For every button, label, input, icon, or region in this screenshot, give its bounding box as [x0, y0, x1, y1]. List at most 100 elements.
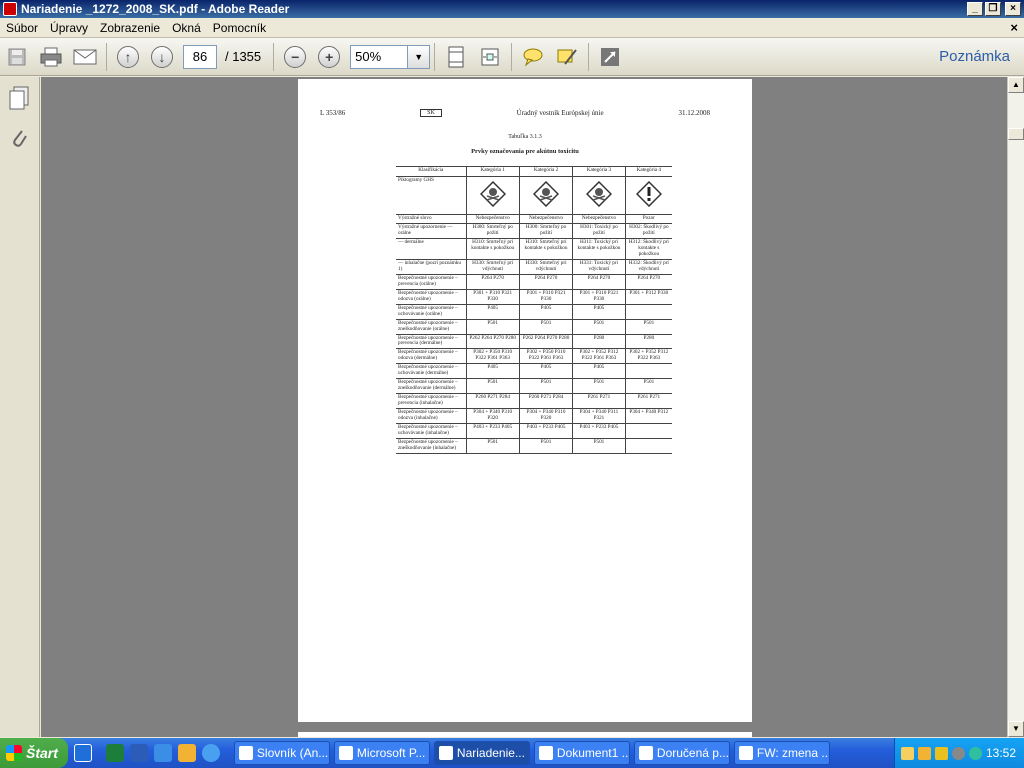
mail-tray-icon[interactable] [900, 746, 914, 760]
table-cell: H332: Škodlivý pri vdýchnutí [624, 258, 672, 275]
start-button[interactable]: Štart [0, 738, 68, 768]
table-cell: P304 + P340 P310 P320 [465, 408, 520, 424]
table-cell: P261 P271 [624, 393, 672, 409]
previous-page-button[interactable]: ↑ [114, 43, 142, 71]
table-cell: P405 [465, 363, 520, 379]
internet-explorer-icon[interactable] [201, 744, 220, 762]
taskbar-item[interactable]: FW: zmena ... [733, 741, 830, 765]
classification-table: Klasifikácia Kategória 1 Kategória 2 Kat… [396, 166, 672, 454]
menu-edit[interactable]: Úpravy [44, 21, 94, 35]
table-cell: P262 P264 P270 P280 [465, 333, 520, 349]
table-cell: P301 + P310 P321 P330 [465, 288, 520, 305]
taskbar-item[interactable]: Dokument1 ... [533, 741, 630, 765]
comment-panel-label[interactable]: Poznámka [939, 48, 1010, 65]
table-row: Piktogramy GHS [396, 176, 672, 215]
zoom-in-button[interactable]: + [315, 43, 343, 71]
table-cell: P403 + P233 P405 [518, 423, 573, 439]
network-icon[interactable] [968, 746, 982, 760]
language-indicator-icon[interactable] [73, 744, 92, 762]
row-label: Bezpečnostné upozornenie – prevencia (in… [396, 393, 467, 409]
table-row: Bezpečnostné upozornenie – uchovávanie (… [396, 363, 672, 379]
shield-icon[interactable] [934, 746, 948, 760]
clock-tray-icon[interactable] [917, 746, 931, 760]
excel-icon[interactable] [105, 744, 124, 762]
toolbar-separator [588, 42, 590, 71]
pages-icon [9, 86, 29, 110]
taskbar-item[interactable]: Microsoft P... [333, 741, 430, 765]
menu-help[interactable]: Pomocník [207, 21, 272, 35]
page-total: / 1355 [225, 49, 262, 64]
table-row: Bezpečnostné upozornenie – odozva (oráln… [396, 288, 672, 305]
taskbar-item-active[interactable]: Nariadenie... [433, 741, 530, 765]
pages-panel-button[interactable] [6, 85, 32, 111]
table-row: — inhalačne (pozri poznámku 1) H330: Smrt… [396, 258, 672, 275]
minimize-button[interactable]: _ [967, 2, 983, 16]
fit-width-button[interactable] [476, 43, 504, 71]
ghs-pictogram-cell [465, 176, 520, 215]
clock-app-icon[interactable] [177, 744, 196, 762]
fit-page-button[interactable] [442, 43, 470, 71]
save-button[interactable] [3, 43, 31, 71]
dictionary-icon [238, 746, 253, 760]
menu-window[interactable]: Okná [166, 21, 207, 35]
attachments-panel-button[interactable] [6, 125, 32, 151]
menu-view[interactable]: Zobrazenie [94, 21, 166, 35]
next-page-button[interactable]: ↓ [148, 43, 176, 71]
row-label: Bezpečnostné upozornenie – prevencia (de… [396, 333, 467, 349]
scroll-up-icon[interactable]: ▲ [1008, 77, 1024, 93]
page-number-input[interactable]: 86 [183, 44, 217, 69]
table-cell: P302 + P352 P312 P322 P361 P363 [572, 348, 626, 364]
navigation-pane [0, 77, 40, 737]
table-row: Bezpečnostné upozornenie – zneškodňovani… [396, 438, 672, 454]
taskbar-item[interactable]: Slovník (An... [233, 741, 330, 765]
paperclip-icon [13, 130, 27, 147]
column-header: Klasifikácia [396, 166, 467, 177]
menu-file[interactable]: Súbor [0, 21, 44, 35]
highlight-button[interactable] [553, 43, 581, 71]
row-label: Bezpečnostné upozornenie – uchovávanie (… [396, 303, 467, 320]
toolbar-separator [434, 42, 436, 71]
document-viewer[interactable]: L 353/86 SK Úradný vestník Európskej úni… [41, 77, 1007, 737]
volume-icon[interactable] [951, 746, 965, 760]
scrollbar-thumb[interactable] [1008, 128, 1024, 140]
restore-button[interactable]: ❐ [985, 2, 1001, 16]
close-button[interactable]: × [1005, 2, 1021, 16]
table-cell: P501 [624, 318, 672, 334]
adobe-reader-icon [438, 746, 453, 760]
zoom-select[interactable]: 50% ▼ [350, 44, 431, 69]
scroll-down-icon[interactable]: ▼ [1008, 721, 1024, 737]
table-row: Bezpečnostné upozornenie – uchovávanie (… [396, 423, 672, 439]
fit-page-icon [448, 46, 464, 67]
zoom-out-button[interactable]: − [281, 43, 309, 71]
table-cell: P501 [572, 378, 626, 394]
table-cell: P405 [518, 363, 573, 379]
table-cell: P501 [518, 438, 573, 454]
table-cell: P302 + P352 P312 P322 P363 [624, 348, 672, 364]
vertical-scrollbar[interactable]: ▲ ▼ [1007, 77, 1024, 737]
table-row: Výstražné upozornenie — orálne H300: Smrt… [396, 222, 672, 239]
table-cell: P302 + P350 P310 P322 P361 P363 [465, 348, 520, 364]
row-label: Bezpečnostné upozornenie – uchovávanie (… [396, 363, 467, 379]
word-icon[interactable] [129, 744, 148, 762]
full-screen-button[interactable] [596, 43, 624, 71]
table-cell: P302 + P350 P310 P322 P361 P363 [518, 348, 573, 364]
browser-icon[interactable] [153, 744, 172, 762]
table-cell [624, 423, 672, 439]
minus-icon: − [284, 45, 307, 68]
table-cell: P301 + P312 P330 [624, 288, 672, 305]
row-label: Výstražné slovo [396, 214, 467, 224]
ghs-pictogram-cell [572, 176, 626, 215]
row-label: Bezpečnostné upozornenie – odozva (inhal… [396, 408, 467, 424]
email-button[interactable] [71, 43, 99, 71]
chevron-down-icon[interactable]: ▼ [407, 45, 430, 68]
table-cell: Nebezpečenstvo [518, 214, 573, 224]
table-cell: P501 [518, 378, 573, 394]
document-close-icon[interactable]: × [1010, 20, 1018, 35]
table-cell: P405 [572, 303, 626, 320]
skull-crossbones-icon [532, 180, 560, 208]
print-button[interactable] [37, 43, 65, 71]
taskbar-item[interactable]: Doručená p... [633, 741, 730, 765]
arrow-up-icon: ↑ [117, 45, 139, 68]
comment-button[interactable] [519, 43, 547, 71]
skull-crossbones-icon [479, 180, 506, 208]
